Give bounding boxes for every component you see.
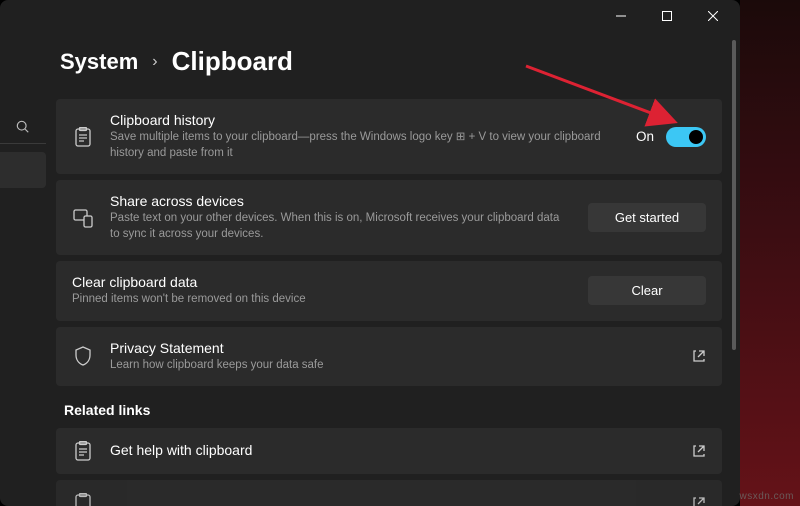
toggle-state-label: On: [636, 129, 654, 144]
sidebar-collapsed: [0, 110, 46, 190]
clipboard-icon: [74, 493, 92, 506]
external-link-icon: [692, 444, 706, 458]
settings-content: System › Clipboard Clipboard history Sav…: [56, 46, 722, 506]
clipboard-icon: [74, 441, 92, 461]
external-link-icon: [692, 496, 706, 506]
related-link-get-help[interactable]: Get help with clipboard: [56, 428, 722, 474]
get-started-button[interactable]: Get started: [588, 203, 706, 232]
watermark: wsxdn.com: [739, 491, 794, 502]
link-title: Get help with clipboard: [110, 442, 676, 458]
shield-icon: [74, 346, 92, 366]
setting-description: Learn how clipboard keeps your data safe: [110, 358, 676, 374]
setting-description: Paste text on your other devices. When t…: [110, 211, 572, 242]
clear-button[interactable]: Clear: [588, 276, 706, 305]
breadcrumb-parent[interactable]: System: [60, 49, 138, 75]
setting-title: Share across devices: [110, 193, 572, 209]
setting-description: Save multiple items to your clipboard—pr…: [110, 130, 620, 161]
chevron-right-icon: ›: [152, 53, 157, 71]
clipboard-history-toggle[interactable]: [666, 127, 706, 147]
minimize-button[interactable]: [598, 0, 644, 32]
sidebar-item-active[interactable]: [0, 152, 46, 188]
setting-title: Clipboard history: [110, 112, 620, 128]
external-link-icon: [692, 349, 706, 363]
close-button[interactable]: [690, 0, 736, 32]
search-icon: [16, 120, 30, 134]
setting-card-clear-clipboard: Clear clipboard data Pinned items won't …: [56, 261, 722, 321]
maximize-button[interactable]: [644, 0, 690, 32]
clipboard-icon: [74, 127, 92, 147]
setting-card-privacy-statement[interactable]: Privacy Statement Learn how clipboard ke…: [56, 327, 722, 387]
setting-description: Pinned items won't be removed on this de…: [72, 292, 572, 308]
setting-title: Privacy Statement: [110, 340, 676, 356]
related-links-heading: Related links: [64, 402, 722, 418]
devices-icon: [73, 208, 93, 228]
setting-card-clipboard-history: Clipboard history Save multiple items to…: [56, 99, 722, 174]
page-title: Clipboard: [172, 46, 293, 77]
window-titlebar: [0, 0, 740, 32]
scrollbar[interactable]: [732, 40, 736, 496]
breadcrumb: System › Clipboard: [56, 46, 722, 77]
search-button[interactable]: [0, 110, 46, 144]
setting-title: Clear clipboard data: [72, 274, 572, 290]
related-link-partial[interactable]: [56, 480, 722, 506]
settings-window: System › Clipboard Clipboard history Sav…: [0, 0, 740, 506]
toggle-knob: [689, 130, 703, 144]
desktop-background-strip: [740, 0, 800, 506]
scrollbar-thumb[interactable]: [732, 40, 736, 350]
setting-card-share-across-devices: Share across devices Paste text on your …: [56, 180, 722, 255]
